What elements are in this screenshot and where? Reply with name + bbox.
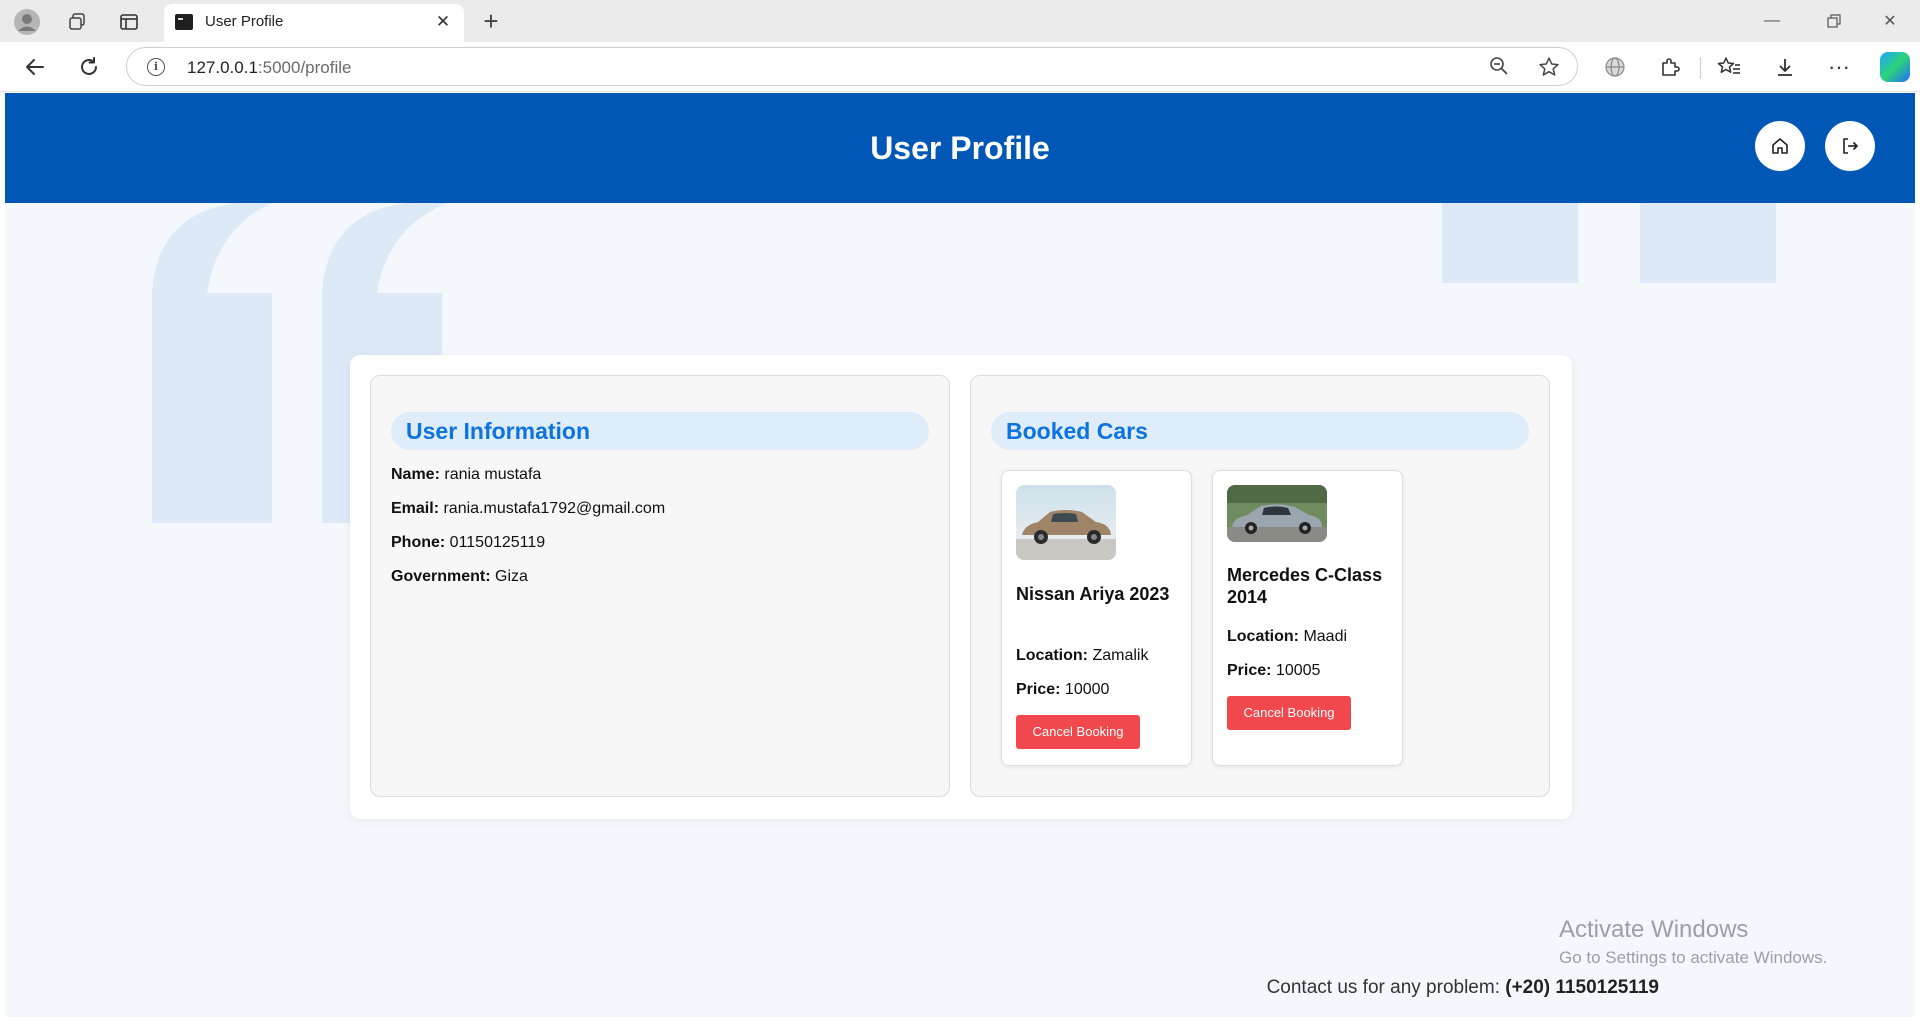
globe-icon[interactable] [1600, 52, 1630, 82]
new-tab-icon[interactable]: + [474, 6, 508, 36]
close-window-icon[interactable]: ✕ [1870, 8, 1910, 34]
home-icon [1772, 138, 1788, 154]
name-label: Name: [391, 466, 440, 483]
car-location-line: Location: Zamalik [1016, 647, 1148, 665]
car-price-line: Price: 10000 [1016, 681, 1109, 699]
profile-container: User Information Name: rania mustafa Ema… [350, 355, 1572, 819]
car-image [1016, 485, 1116, 560]
copilot-icon[interactable] [1880, 52, 1910, 82]
email-label: Email: [391, 500, 440, 517]
car-name: Nissan Ariya 2023 [1016, 584, 1170, 604]
minimize-icon[interactable]: — [1752, 8, 1792, 34]
car-location: Zamalik [1092, 647, 1149, 664]
government-label: Government: [391, 568, 491, 585]
page-header: User Profile [5, 93, 1915, 203]
user-name: rania mustafa [444, 466, 542, 483]
browser-tab-bar: User Profile ✕ + — ✕ [0, 0, 1920, 42]
location-label: Location: [1227, 628, 1299, 645]
zoom-out-icon[interactable] [1487, 56, 1511, 78]
car-price: 10005 [1275, 662, 1321, 679]
refresh-icon[interactable] [72, 51, 106, 83]
car-location: Maadi [1303, 628, 1348, 645]
user-phone-line: Phone: 01150125119 [391, 534, 545, 552]
home-button[interactable] [1755, 121, 1805, 171]
cancel-booking-button[interactable]: Cancel Booking [1227, 696, 1351, 730]
activate-windows-subtitle: Go to Settings to activate Windows. [1559, 948, 1828, 967]
phone-label: Phone: [391, 534, 446, 551]
address-bar-row: i 127.0.0.1:5000/profile ··· [0, 42, 1920, 92]
info-icon[interactable]: i [147, 58, 165, 76]
workspaces-icon[interactable] [62, 8, 92, 36]
cancel-booking-button[interactable]: Cancel Booking [1016, 715, 1140, 749]
logout-button[interactable] [1825, 121, 1875, 171]
favorites-icon[interactable] [1714, 52, 1744, 82]
car-name: Mercedes C-Class 2014 [1227, 565, 1383, 607]
car-card: Nissan Ariya 2023 Location: Zamalik Pric… [1001, 470, 1192, 766]
user-name-line: Name: rania mustafa [391, 466, 541, 484]
price-label: Price: [1227, 662, 1272, 679]
url-text: 127.0.0.1:5000/profile [187, 58, 352, 77]
user-government: Giza [495, 568, 528, 585]
footer-phone: (+20) 1150125119 [1505, 977, 1659, 998]
page-title: User Profile [870, 130, 1050, 166]
user-info-heading: User Information [391, 412, 929, 450]
extensions-icon[interactable] [1655, 52, 1685, 82]
car-location-line: Location: Maadi [1227, 628, 1347, 646]
user-phone: 01150125119 [449, 534, 546, 551]
more-icon[interactable]: ··· [1824, 52, 1854, 82]
location-label: Location: [1016, 647, 1088, 664]
car-card: Mercedes C-Class 2014 Location: Maadi Pr… [1212, 470, 1403, 766]
user-info-panel: User Information Name: rania mustafa Ema… [370, 375, 950, 797]
close-tab-icon[interactable]: ✕ [432, 11, 454, 33]
toolbar-separator [1700, 57, 1701, 79]
vertical-tabs-icon[interactable] [114, 8, 144, 36]
booked-cars-heading: Booked Cars [991, 412, 1529, 450]
price-label: Price: [1016, 681, 1061, 698]
profile-icon[interactable] [12, 7, 42, 37]
car-price-line: Price: 10005 [1227, 662, 1320, 680]
booked-cars-panel: Booked Cars Nissan Ariya 2023 Location: … [970, 375, 1550, 797]
tab-title: User Profile [205, 13, 284, 30]
terminal-favicon-icon [175, 14, 193, 30]
page-footer: Contact us for any problem: (+20) 115012… [5, 977, 1659, 999]
user-email-line: Email: rania.mustafa1792@gmail.com [391, 500, 665, 518]
url-input[interactable]: i 127.0.0.1:5000/profile [126, 47, 1578, 86]
user-email: rania.mustafa1792@gmail.com [443, 500, 666, 517]
download-icon[interactable] [1770, 52, 1800, 82]
page-content: User Profile User Information Name: rani… [5, 93, 1915, 1017]
logout-icon [1843, 138, 1858, 154]
active-tab[interactable]: User Profile ✕ [164, 4, 464, 42]
car-image [1227, 485, 1327, 542]
footer-text: Contact us for any problem: [1266, 977, 1500, 998]
back-icon[interactable] [18, 51, 52, 83]
decorative-quote-close-icon [1442, 203, 1776, 283]
restore-icon[interactable] [1814, 8, 1854, 34]
car-price: 10000 [1064, 681, 1110, 698]
user-government-line: Government: Giza [391, 568, 528, 586]
favorite-star-icon[interactable] [1537, 56, 1561, 78]
activate-windows-title: Activate Windows [1559, 916, 1749, 943]
